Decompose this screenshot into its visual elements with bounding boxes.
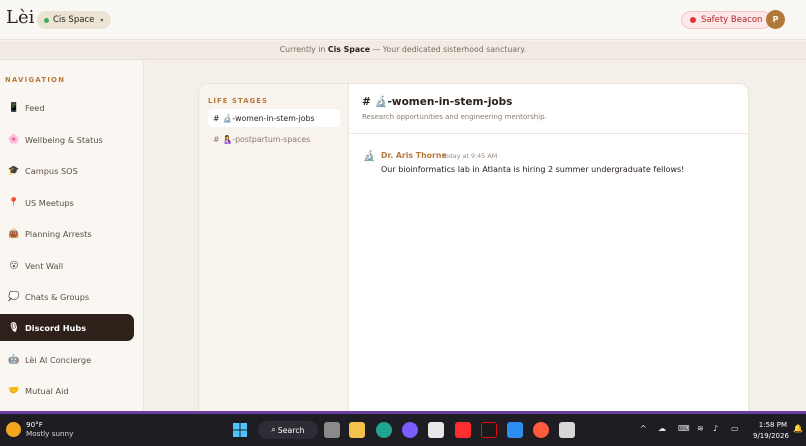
taskbar-search-button[interactable]: ⌕ Search bbox=[258, 421, 318, 439]
message-author[interactable]: Dr. Aris Thorne bbox=[381, 151, 447, 160]
weather-desc: Mostly sunny bbox=[26, 429, 74, 438]
file-explorer-icon[interactable] bbox=[349, 422, 365, 438]
sidebar-item-label: Mutual Aid bbox=[25, 385, 69, 396]
nav-heading: NAVIGATION bbox=[5, 76, 66, 84]
channel-label: -women-in-stem-jobs bbox=[232, 113, 315, 123]
sidebar-item-ai-concierge[interactable]: 🤖 Lèi AI Concierge bbox=[0, 346, 134, 373]
space-banner: Currently in Cis Space — Your dedicated … bbox=[0, 41, 806, 60]
pin-icon: 📍 bbox=[8, 197, 20, 208]
channel-title: # 🔬-women-in-stem-jobs bbox=[362, 96, 513, 108]
channel-group-heading: LIFE STAGES bbox=[208, 97, 268, 105]
microscope-icon: 🔬 bbox=[363, 151, 376, 162]
copilot-icon[interactable] bbox=[402, 422, 418, 438]
main-content: LIFE STAGES # 🔬 -women-in-stem-jobs # 🤱 … bbox=[145, 61, 806, 413]
discord-hub-panel: LIFE STAGES # 🔬 -women-in-stem-jobs # 🤱 … bbox=[198, 83, 749, 413]
store-icon[interactable] bbox=[428, 422, 444, 438]
clock-time: 1:58 PM bbox=[758, 421, 787, 429]
nursing-icon: 🤱 bbox=[222, 134, 233, 144]
search-icon: ⌕ bbox=[271, 425, 276, 434]
notification-bell-icon[interactable]: 🔔 bbox=[793, 424, 803, 433]
divider bbox=[350, 133, 748, 134]
space-switcher[interactable]: Cis Space ▾ bbox=[37, 11, 112, 29]
microscope-icon: 🔬 bbox=[222, 113, 233, 123]
taskbar: 90°F Mostly sunny ⌕ Search ^ ☁ ⌨ ≋ ♪ ▭ 1… bbox=[0, 414, 806, 446]
channel-list: LIFE STAGES # 🔬 -women-in-stem-jobs # 🤱 … bbox=[199, 84, 349, 412]
bag-icon: 👜 bbox=[8, 228, 20, 239]
sidebar-item-planning-arrests[interactable]: 👜 Planning Arrests bbox=[0, 220, 134, 247]
battery-icon[interactable]: ▭ bbox=[731, 424, 739, 433]
channel-postpartum-spaces[interactable]: # 🤱 -postpartum-spaces bbox=[208, 130, 340, 148]
top-bar: Lèi Cis Space ▾ Safety Beacon P bbox=[0, 0, 806, 40]
weather-temp: 90°F bbox=[26, 420, 43, 429]
sidebar-item-label: Discord Hubs bbox=[25, 322, 87, 333]
windows-start-icon[interactable] bbox=[232, 422, 248, 438]
task-view-icon[interactable] bbox=[324, 422, 340, 438]
keyboard-icon[interactable]: ⌨ bbox=[678, 424, 690, 433]
sidebar-item-vent-wall[interactable]: 😮 Vent Wall bbox=[0, 252, 134, 279]
face-icon: 😮 bbox=[9, 260, 19, 271]
sun-icon bbox=[6, 421, 21, 437]
app-logo[interactable]: Lèi bbox=[6, 7, 34, 28]
phone-icon: 📱 bbox=[8, 102, 20, 113]
sidebar-item-label: Feed bbox=[25, 102, 45, 113]
graduation-cap-icon: 🎓 bbox=[8, 165, 20, 176]
sidebar-item-us-meetups[interactable]: 📍 US Meetups bbox=[0, 189, 134, 216]
robot-icon: 🤖 bbox=[8, 354, 20, 365]
sidebar-item-label: Chats & Groups bbox=[25, 291, 90, 302]
beacon-dot-icon bbox=[690, 17, 696, 23]
app-icon[interactable] bbox=[533, 422, 549, 438]
sidebar-item-feed[interactable]: 📱 Feed bbox=[0, 94, 134, 121]
space-switcher-label: Cis Space bbox=[53, 15, 95, 25]
chevron-up-icon[interactable]: ^ bbox=[640, 424, 647, 433]
vscode-icon[interactable] bbox=[507, 422, 523, 438]
sidebar-item-discord-hubs[interactable]: 🎙 Discord Hubs bbox=[0, 314, 134, 341]
thought-bubble-icon: 💭 bbox=[8, 291, 20, 302]
online-dot-icon bbox=[44, 17, 49, 23]
hash-icon: # bbox=[213, 134, 220, 144]
safety-beacon-button[interactable]: Safety Beacon bbox=[681, 11, 772, 29]
sidebar: NAVIGATION 📱 Feed 🌸 Wellbeing & Status 🎓… bbox=[0, 61, 144, 411]
netflix-icon[interactable] bbox=[481, 422, 497, 438]
message-text: Our bioinformatics lab in Atlanta is hir… bbox=[381, 165, 685, 174]
sidebar-item-label: US Meetups bbox=[25, 197, 74, 208]
hash-icon: # bbox=[213, 113, 220, 123]
volume-icon[interactable]: ♪ bbox=[713, 424, 718, 433]
sidebar-item-label: Campus SOS bbox=[25, 165, 78, 176]
sidebar-item-wellbeing[interactable]: 🌸 Wellbeing & Status bbox=[0, 126, 134, 153]
wifi-icon[interactable]: ≋ bbox=[697, 424, 704, 433]
youtube-icon[interactable] bbox=[455, 422, 471, 438]
banner-space: Cis Space bbox=[327, 45, 370, 54]
banner-prefix: Currently in bbox=[279, 45, 328, 54]
clock-date: 9/19/2026 bbox=[753, 432, 789, 440]
weather-widget[interactable]: 90°F Mostly sunny bbox=[6, 420, 73, 438]
handshake-icon: 🤝 bbox=[8, 385, 20, 396]
message-timestamp: Today at 9:45 AM bbox=[442, 152, 498, 160]
channel-label: -postpartum-spaces bbox=[232, 134, 311, 144]
avatar[interactable]: P bbox=[766, 10, 785, 29]
chevron-down-icon: ▾ bbox=[100, 16, 104, 24]
banner-suffix: — Your dedicated sisterhood sanctuary. bbox=[370, 45, 527, 54]
sidebar-item-chats-groups[interactable]: 💭 Chats & Groups bbox=[0, 283, 134, 310]
document-icon[interactable] bbox=[559, 422, 575, 438]
sidebar-item-label: Vent Wall bbox=[25, 260, 64, 271]
safety-beacon-label: Safety Beacon bbox=[701, 15, 763, 25]
sidebar-item-mutual-aid[interactable]: 🤝 Mutual Aid bbox=[0, 377, 134, 404]
edge-browser-icon[interactable] bbox=[376, 422, 392, 438]
sidebar-item-label: Planning Arrests bbox=[25, 228, 92, 239]
channel-women-in-stem-jobs[interactable]: # 🔬 -women-in-stem-jobs bbox=[208, 109, 340, 127]
flower-icon: 🌸 bbox=[8, 134, 20, 145]
microphone-icon: 🎙 bbox=[8, 322, 20, 333]
sidebar-item-campus-sos[interactable]: 🎓 Campus SOS bbox=[0, 157, 134, 184]
chat-area: # 🔬-women-in-stem-jobs Research opportun… bbox=[350, 84, 748, 412]
sidebar-item-label: Lèi AI Concierge bbox=[25, 354, 92, 365]
taskbar-clock[interactable]: 1:58 PM 9/19/2026 bbox=[753, 420, 789, 442]
channel-description: Research opportunities and engineering m… bbox=[362, 113, 547, 121]
taskbar-search-label: Search bbox=[277, 425, 305, 435]
cloud-icon[interactable]: ☁ bbox=[658, 424, 666, 433]
sidebar-item-label: Wellbeing & Status bbox=[25, 134, 103, 145]
